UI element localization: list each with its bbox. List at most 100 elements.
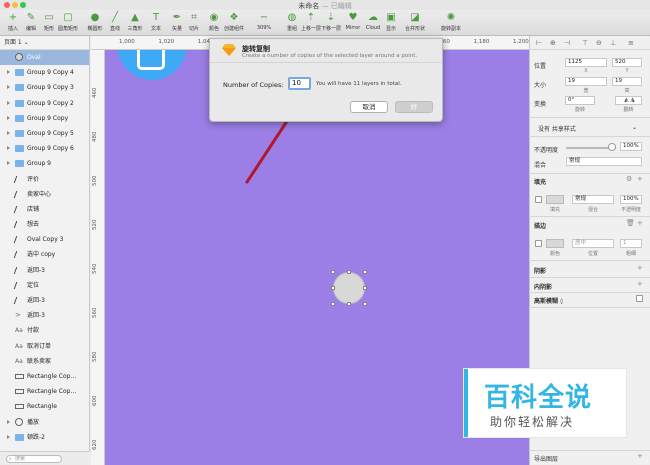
layer-row[interactable]: 返回-3 bbox=[0, 263, 89, 278]
layer-row[interactable]: 评价 bbox=[0, 172, 89, 187]
add-inner-shadow-icon[interactable]: + bbox=[637, 280, 643, 288]
align-right-icon[interactable]: ⊣ bbox=[564, 39, 570, 47]
toolbar-forward-button[interactable]: ⇡ 上移一层 bbox=[300, 12, 322, 34]
resize-handle-l[interactable] bbox=[331, 286, 335, 290]
toolbar-triangle-button[interactable]: ▲ 三角形 bbox=[124, 12, 146, 34]
layer-row[interactable]: Aa 付款 bbox=[0, 323, 89, 338]
add-export-icon[interactable]: + bbox=[637, 452, 643, 460]
height-input[interactable]: 19 bbox=[612, 77, 642, 86]
selected-oval-shape[interactable] bbox=[333, 272, 365, 304]
flip-buttons[interactable]: ◭ ◮ bbox=[615, 96, 642, 105]
fill-opacity-input[interactable]: 100% bbox=[620, 195, 642, 204]
align-left-icon[interactable]: ⊢ bbox=[536, 39, 542, 47]
layer-search-input[interactable]: ⌕ 搜索 bbox=[6, 455, 62, 463]
toolbar-view-button[interactable]: ▣ 显示 bbox=[380, 12, 402, 34]
y-input[interactable]: 520 bbox=[612, 58, 642, 67]
disclosure-triangle-icon[interactable] bbox=[7, 100, 10, 105]
layer-row[interactable]: Group 9 Copy 6 bbox=[0, 141, 89, 156]
align-top-icon[interactable]: ⊤ bbox=[582, 39, 588, 47]
x-input[interactable]: 1125 bbox=[565, 58, 607, 67]
toolbar-text-button[interactable]: T 文本 bbox=[145, 12, 167, 34]
disclosure-triangle-icon[interactable] bbox=[7, 146, 10, 151]
resize-handle-br[interactable] bbox=[363, 302, 367, 306]
border-width-input[interactable]: 1 bbox=[620, 239, 642, 248]
layer-row[interactable]: 播放 bbox=[0, 415, 89, 430]
fill-enabled-checkbox[interactable] bbox=[535, 196, 542, 203]
layer-row[interactable]: > 返回-3 bbox=[0, 308, 89, 323]
fill-settings-icon[interactable]: ⚙ bbox=[626, 175, 632, 183]
layer-row[interactable]: Aa 联系卖家 bbox=[0, 354, 89, 369]
cancel-button[interactable]: 取消 bbox=[350, 101, 388, 113]
opacity-input[interactable]: 100% bbox=[620, 142, 642, 151]
resize-handle-r[interactable] bbox=[363, 286, 367, 290]
disclosure-triangle-icon[interactable] bbox=[7, 115, 10, 120]
layer-row[interactable]: Oval bbox=[0, 50, 89, 66]
copies-input[interactable]: 10 bbox=[288, 77, 311, 90]
layer-row[interactable]: Oval Copy 3 bbox=[0, 232, 89, 247]
border-color-swatch[interactable] bbox=[546, 239, 564, 248]
distribute-icon[interactable]: ≡ bbox=[628, 39, 634, 47]
disclosure-triangle-icon[interactable] bbox=[7, 434, 10, 439]
layer-row[interactable]: 顿跌-2 bbox=[0, 430, 89, 445]
toolbar-line-button[interactable]: ╱ 直线 bbox=[104, 12, 126, 34]
toolbar-slice-button[interactable]: ⌗ 切片 bbox=[183, 12, 205, 34]
disclosure-triangle-icon[interactable] bbox=[7, 70, 10, 75]
resize-handle-b[interactable] bbox=[347, 302, 351, 306]
toolbar-rounded-rect-button[interactable]: ▢ 圆角矩形 bbox=[57, 12, 79, 34]
width-input[interactable]: 19 bbox=[565, 77, 607, 86]
layer-row[interactable]: Group 9 Copy bbox=[0, 111, 89, 126]
fill-color-swatch[interactable] bbox=[546, 195, 564, 204]
gaussian-blur-select[interactable]: 高斯模糊 ◊ bbox=[534, 296, 563, 305]
align-center-icon[interactable]: ⊕ bbox=[550, 39, 556, 47]
flip-horizontal-icon[interactable]: ◭ bbox=[624, 97, 628, 103]
toolbar-combine-button[interactable]: ◪ 合并形状 bbox=[404, 12, 426, 34]
layer-row[interactable]: Rectangle bbox=[0, 399, 89, 414]
resize-handle-t[interactable] bbox=[347, 270, 351, 274]
border-position-select[interactable]: 居中 bbox=[572, 239, 614, 248]
blue-circle-shape[interactable] bbox=[117, 50, 187, 80]
layer-row[interactable]: 卖家中心 bbox=[0, 187, 89, 202]
toolbar-rotate-copies-button[interactable]: ✺ 旋转副本 bbox=[440, 12, 462, 34]
toolbar-color-wheel-button[interactable]: ◉ 颜色 bbox=[203, 12, 225, 34]
toolbar-ellipse-button[interactable]: ● 椭圆形 bbox=[84, 12, 106, 34]
layer-row[interactable]: 定位 bbox=[0, 278, 89, 293]
align-middle-icon[interactable]: ⊖ bbox=[596, 39, 602, 47]
align-bottom-icon[interactable]: ⊥ bbox=[610, 39, 616, 47]
layer-row[interactable]: Group 9 Copy 3 bbox=[0, 80, 89, 95]
flip-vertical-icon[interactable]: ◮ bbox=[630, 97, 634, 103]
opacity-slider-knob[interactable] bbox=[608, 143, 616, 151]
disclosure-triangle-icon[interactable] bbox=[7, 419, 10, 424]
add-border-icon[interactable]: + bbox=[637, 219, 643, 227]
layer-row[interactable]: 返回-3 bbox=[0, 293, 89, 308]
layer-row[interactable]: Rectangle Cop... bbox=[0, 384, 89, 399]
chevron-updown-icon[interactable]: ⌄ bbox=[632, 124, 637, 131]
resize-handle-tl[interactable] bbox=[331, 270, 335, 274]
toolbar-backward-button[interactable]: ⇣ 下移一层 bbox=[320, 12, 342, 34]
shared-style-select[interactable]: 没有 共享样式 bbox=[538, 124, 576, 133]
layer-row[interactable]: Rectangle Cop... bbox=[0, 369, 89, 384]
layer-row[interactable]: Group 9 Copy 5 bbox=[0, 126, 89, 141]
layer-row[interactable]: 店铺 bbox=[0, 202, 89, 217]
border-enabled-checkbox[interactable] bbox=[535, 240, 542, 247]
toolbar-mirror-button[interactable]: ♥ Mirror bbox=[342, 12, 364, 34]
ok-button[interactable]: 好 bbox=[395, 101, 433, 113]
disclosure-triangle-icon[interactable] bbox=[7, 161, 10, 166]
add-shadow-icon[interactable]: + bbox=[637, 264, 643, 272]
layer-row[interactable]: 选中 copy bbox=[0, 247, 89, 262]
toolbar-component-button[interactable]: ❖ 创建组件 bbox=[223, 12, 245, 34]
trash-icon[interactable]: 🗑 bbox=[626, 219, 635, 227]
layer-row[interactable]: Aa 取消订单 bbox=[0, 339, 89, 354]
add-fill-icon[interactable]: + bbox=[637, 175, 643, 183]
toolbar-zoom-button[interactable]: − 309% bbox=[253, 12, 275, 34]
layer-row[interactable]: Group 9 Copy 2 bbox=[0, 96, 89, 111]
page-selector[interactable]: 页面 1 ⌄ bbox=[0, 36, 89, 50]
disclosure-triangle-icon[interactable] bbox=[7, 85, 10, 90]
layer-row[interactable]: 想去 bbox=[0, 217, 89, 232]
rotate-input[interactable]: 0° bbox=[565, 96, 595, 105]
blur-enabled-checkbox[interactable] bbox=[636, 295, 643, 302]
disclosure-triangle-icon[interactable] bbox=[7, 130, 10, 135]
fill-blend-select[interactable]: 常规 bbox=[572, 195, 614, 204]
resize-handle-tr[interactable] bbox=[363, 270, 367, 274]
resize-handle-bl[interactable] bbox=[331, 302, 335, 306]
layer-row[interactable]: Group 9 bbox=[0, 156, 89, 171]
